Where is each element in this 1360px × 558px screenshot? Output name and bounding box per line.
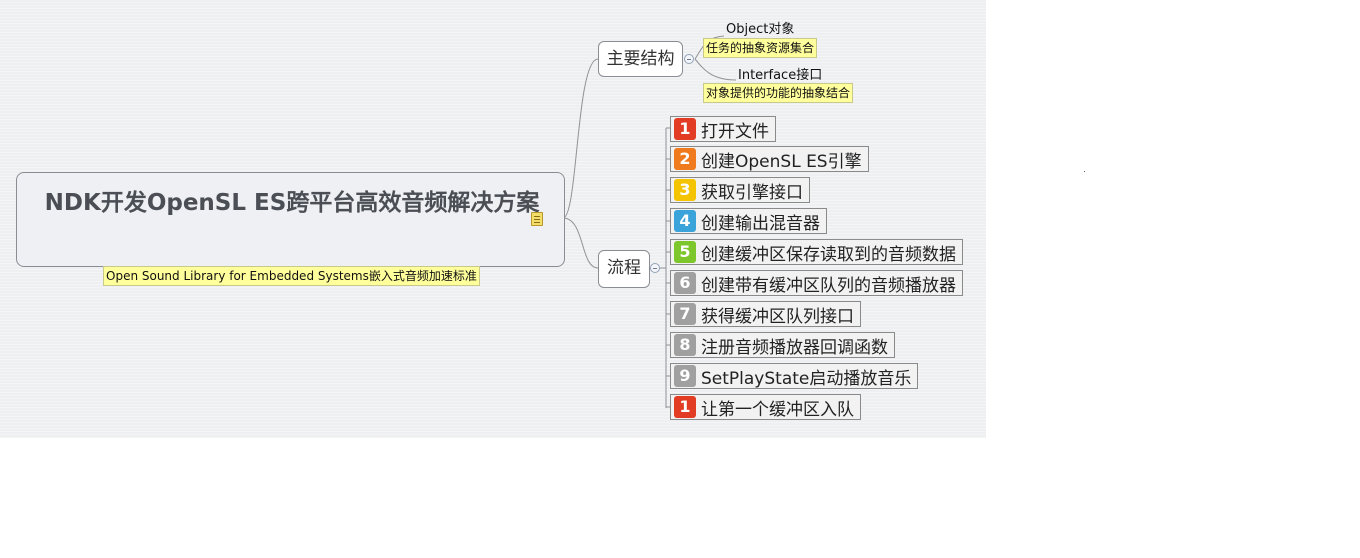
flow-step-label: 注册音频播放器回调函数 [701,337,888,358]
priority-6-icon: 6 [674,272,696,294]
flow-step-label: 创建输出混音器 [701,213,820,234]
flow-step-3[interactable]: 3 获取引擎接口 [670,177,810,203]
flow-step-2[interactable]: 2 创建OpenSL ES引擎 [670,146,869,172]
priority-5-icon: 5 [674,241,696,263]
priority-3-icon: 3 [674,179,696,201]
note-icon[interactable] [531,212,543,226]
flow-step-9[interactable]: 9 SetPlayState启动播放音乐 [670,363,919,389]
flow-step-8[interactable]: 8 注册音频播放器回调函数 [670,332,895,358]
collapse-minus-icon[interactable] [650,263,660,273]
flow-step-label: 获取引擎接口 [701,182,803,203]
flow-step-5[interactable]: 5 创建缓冲区保存读取到的音频数据 [670,239,963,265]
stray-dot [1084,171,1085,172]
subtopic-interface[interactable]: Interface接口 [738,64,822,83]
collapse-minus-icon[interactable] [684,54,694,64]
priority-7-icon: 7 [674,303,696,325]
flow-step-1[interactable]: 1 打开文件 [670,116,776,142]
connector-structure-interface [694,58,737,81]
flow-step-10[interactable]: 1 让第一个缓冲区入队 [670,394,861,420]
flow-step-label: 获得缓冲区队列接口 [701,306,854,327]
connector-flow-steps [660,128,667,408]
priority-1-icon: 1 [674,396,696,418]
flow-step-label: SetPlayState启动播放音乐 [701,368,912,389]
flow-step-4[interactable]: 4 创建输出混音器 [670,208,827,234]
flow-step-label: 创建带有缓冲区队列的音频播放器 [701,275,956,296]
central-topic[interactable]: NDK开发OpenSL ES跨平台高效音频解决方案 [16,172,565,267]
subtopic-object-note: 任务的抽象资源集合 [703,38,818,58]
mindmap-canvas: NDK开发OpenSL ES跨平台高效音频解决方案 Open Sound Lib… [0,0,986,438]
central-topic-note: Open Sound Library for Embedded Systems嵌… [103,266,480,286]
flow-step-label: 让第一个缓冲区入队 [701,399,854,420]
central-topic-title: NDK开发OpenSL ES跨平台高效音频解决方案 [44,190,540,216]
topic-main-structure[interactable]: 主要结构 [598,41,683,77]
subtopic-object[interactable]: Object对象 [726,18,794,37]
priority-8-icon: 8 [674,334,696,356]
subtopic-interface-note: 对象提供的功能的抽象结合 [703,83,854,103]
flow-step-6[interactable]: 6 创建带有缓冲区队列的音频播放器 [670,270,963,296]
flow-step-7[interactable]: 7 获得缓冲区队列接口 [670,301,861,327]
priority-2-icon: 2 [674,148,696,170]
connector-central-flow [562,217,599,269]
topic-flow[interactable]: 流程 [598,250,650,288]
connector-central-structure [562,58,599,219]
flow-step-label: 打开文件 [701,121,769,142]
priority-1-icon: 1 [674,118,696,140]
flow-step-label: 创建OpenSL ES引擎 [701,151,862,172]
priority-9-icon: 9 [674,365,696,387]
priority-4-icon: 4 [674,210,696,232]
flow-step-label: 创建缓冲区保存读取到的音频数据 [701,244,956,265]
